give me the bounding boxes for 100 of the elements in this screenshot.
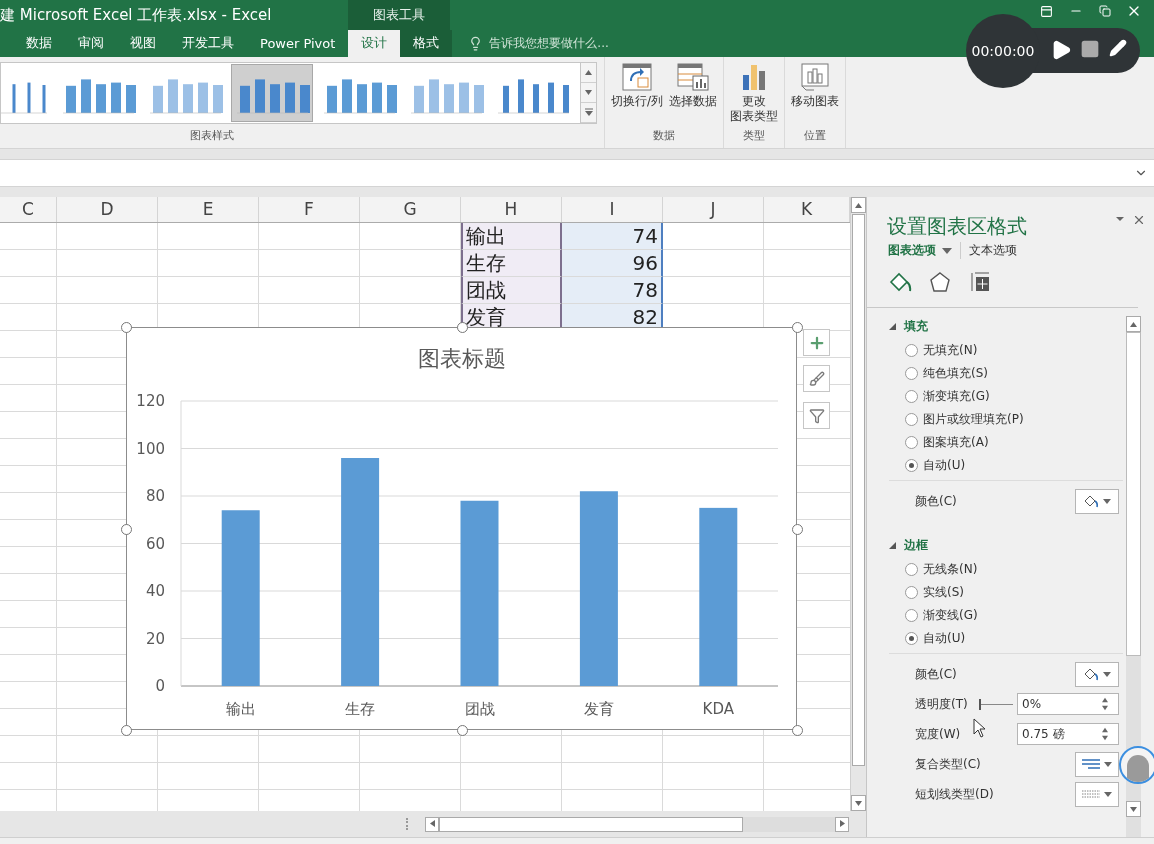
column-header[interactable]: E	[158, 197, 259, 223]
stop-icon[interactable]	[1080, 39, 1100, 59]
column-header[interactable]: I	[562, 197, 663, 223]
tell-me-field[interactable]: 告诉我您想要做什么...	[487, 35, 642, 52]
ribbon-button[interactable]: 选择数据	[667, 60, 720, 127]
ribbon-tab[interactable]: 审阅	[65, 30, 117, 57]
column-header[interactable]: F	[259, 197, 360, 223]
chart-style-thumbnail[interactable]	[232, 64, 312, 121]
radio-option[interactable]: 渐变填充(G)	[905, 389, 1123, 404]
radio-option[interactable]: 实线(S)	[905, 585, 1123, 600]
scroll-thumb[interactable]	[1126, 332, 1141, 657]
scroll-down-button[interactable]	[1126, 801, 1141, 818]
section-header[interactable]: 边框	[889, 535, 928, 556]
add-element-button[interactable]	[803, 329, 830, 357]
category-label: 生存	[345, 700, 376, 719]
radio-button[interactable]	[905, 343, 918, 357]
scroll-thumb[interactable]	[439, 816, 743, 832]
width-field[interactable]: 0.75 磅	[1017, 723, 1119, 746]
axis-label: 60	[145, 534, 165, 553]
radio-button[interactable]	[905, 412, 918, 426]
scroll-up-button[interactable]	[851, 197, 866, 214]
resize-handle[interactable]	[792, 523, 803, 535]
resize-handle[interactable]	[121, 322, 132, 334]
axis-label: 100	[136, 439, 165, 458]
options-tab[interactable]: 文本选项	[969, 242, 1025, 260]
caret-icon	[1104, 791, 1112, 797]
pane-title: 设置图表区格式	[887, 213, 1028, 241]
chart-filter-button[interactable]	[803, 402, 830, 430]
resize-handle[interactable]	[121, 725, 132, 737]
setting-label: 宽度(W)	[915, 725, 962, 743]
transparency-field[interactable]: 0%	[1017, 693, 1119, 716]
ribbon-tab[interactable]: 开发工具	[169, 30, 247, 57]
color-picker-button[interactable]	[1075, 661, 1119, 687]
compound-lines-icon	[1082, 759, 1100, 770]
column-header[interactable]: C	[0, 197, 57, 223]
column-header[interactable]: D	[57, 197, 158, 223]
radio-button[interactable]	[905, 608, 918, 622]
column-header[interactable]: G	[360, 197, 461, 223]
resize-handle[interactable]	[792, 725, 803, 737]
radio-button[interactable]	[905, 631, 918, 645]
ribbon-tab[interactable]: Power Pivot	[247, 30, 349, 57]
radio-option[interactable]: 自动(U)	[905, 458, 1123, 473]
filter-icon	[808, 407, 825, 424]
up-arrow-icon	[1102, 727, 1108, 734]
radio-button[interactable]	[905, 389, 918, 403]
down-arrow-icon	[855, 799, 862, 807]
radio-option[interactable]: 无线条(N)	[905, 562, 1123, 577]
radio-button[interactable]	[905, 585, 918, 599]
ribbon-tab[interactable]: 设计	[348, 30, 401, 57]
color-picker-button[interactable]	[1075, 488, 1119, 514]
resize-handle[interactable]	[456, 725, 468, 737]
radio-button[interactable]	[905, 562, 918, 576]
radio-option[interactable]: 纯色填充(S)	[905, 366, 1123, 381]
resize-handle[interactable]	[121, 523, 132, 535]
axis-label: 120	[136, 392, 165, 411]
resize-handle[interactable]	[792, 322, 803, 334]
mouse-pointer-icon	[973, 718, 987, 738]
size-properties-icon	[969, 271, 991, 294]
radio-option[interactable]: 图片或纹理填充(P)	[905, 412, 1123, 427]
radio-button[interactable]	[905, 366, 918, 380]
scroll-up-button[interactable]	[581, 62, 596, 83]
radio-option[interactable]: 图案填充(A)	[905, 435, 1123, 450]
select-data-icon	[677, 62, 710, 91]
ribbon-tab[interactable]: 视图	[117, 30, 169, 57]
down-arrow-icon	[585, 88, 592, 96]
paint-bucket-icon	[1083, 667, 1099, 682]
pencil-icon[interactable]	[1109, 39, 1127, 57]
resize-handle[interactable]	[456, 322, 468, 334]
section-header[interactable]: 填充	[889, 316, 928, 337]
ribbon-button[interactable]: 切换行/列	[609, 60, 666, 127]
paint-bucket-icon	[888, 271, 912, 294]
radio-option[interactable]: 无填充(N)	[905, 343, 1123, 358]
caret-icon	[1103, 671, 1111, 677]
column-header[interactable]: H	[461, 197, 562, 223]
collapse-triangle-icon[interactable]	[889, 322, 896, 330]
caret-icon	[1104, 761, 1112, 767]
scroll-left-button[interactable]	[425, 816, 439, 832]
move-chart-icon	[800, 62, 831, 91]
chart-style-button[interactable]	[803, 365, 830, 393]
axis-label: 0	[155, 677, 165, 696]
ribbon-tab[interactable]: 数据	[13, 30, 65, 57]
radio-button[interactable]	[905, 458, 918, 472]
ribbon-button[interactable]: 更改 图表类型	[728, 60, 781, 127]
collapse-triangle-icon[interactable]	[889, 541, 896, 549]
compound-type-dropdown[interactable]	[1075, 751, 1119, 777]
radio-option[interactable]: 自动(U)	[905, 631, 1123, 646]
radio-option[interactable]: 渐变线(G)	[905, 608, 1123, 623]
ribbon-tab[interactable]: 格式	[400, 30, 453, 57]
chart-area[interactable]: 图表标题 0 20 40 60 80 100 120 输出 生存 团战 发育 KDA	[126, 327, 797, 731]
scroll-up-button[interactable]	[1126, 316, 1141, 333]
ribbon-button[interactable]: 移动图表	[789, 60, 842, 127]
dash-type-dropdown[interactable]	[1075, 781, 1119, 807]
column-header[interactable]: J	[663, 197, 764, 223]
radio-button[interactable]	[905, 435, 918, 449]
options-tab[interactable]: 图表选项	[888, 242, 961, 260]
scroll-down-button[interactable]	[851, 795, 866, 812]
scroll-thumb[interactable]	[852, 214, 865, 767]
scroll-right-button[interactable]	[835, 816, 849, 832]
caret-icon	[1103, 498, 1111, 504]
sheet-splitter[interactable]	[406, 818, 411, 831]
